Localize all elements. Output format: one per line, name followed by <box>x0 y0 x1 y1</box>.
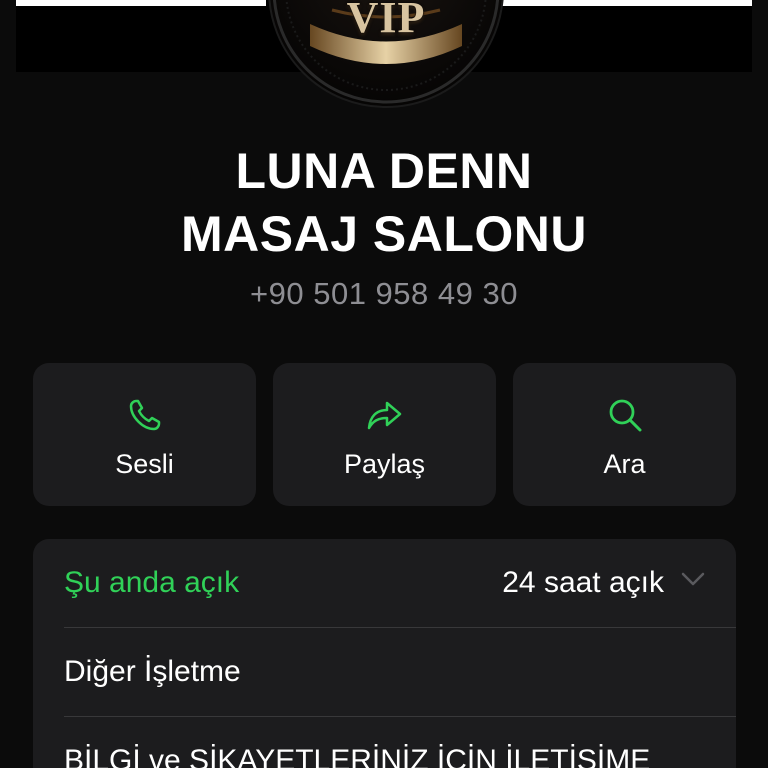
opening-hours: 24 saat açık <box>502 566 664 599</box>
description-row: BİLGİ ve ŞİKAYETLERİNİZ İÇİN İLETİŞİME <box>64 717 736 768</box>
phone-number[interactable]: +90 501 958 49 30 <box>0 276 768 312</box>
chevron-down-icon[interactable] <box>680 571 706 587</box>
business-description: BİLGİ ve ŞİKAYETLERİNİZ İÇİN İLETİŞİME <box>64 744 651 768</box>
search-label: Ara <box>603 449 646 479</box>
voice-call-button[interactable]: Sesli <box>33 363 256 506</box>
share-button[interactable]: Paylaş <box>273 363 496 506</box>
business-name-line1: LUNA DENN <box>235 143 533 199</box>
hours-row[interactable]: Şu anda açık 24 saat açık <box>64 539 736 628</box>
voice-call-label: Sesli <box>115 449 174 479</box>
cover-strip-left <box>16 0 266 6</box>
business-info-card: Şu anda açık 24 saat açık Diğer İşletme … <box>33 539 736 768</box>
business-name: LUNA DENN MASAJ SALONU <box>0 140 768 266</box>
business-profile-page: VIP LUNA DENN MASAJ SALONU +90 501 958 4… <box>0 0 768 768</box>
category-row: Diğer İşletme <box>64 628 736 717</box>
business-name-line2: MASAJ SALONU <box>180 206 588 262</box>
cover-strip-right <box>502 0 752 6</box>
logo-text: VIP <box>346 0 426 42</box>
open-status: Şu anda açık <box>64 566 240 599</box>
search-button[interactable]: Ara <box>513 363 736 506</box>
share-label: Paylaş <box>343 449 426 479</box>
share-arrow-icon <box>367 401 401 430</box>
phone-icon <box>129 399 160 431</box>
profile-avatar[interactable]: VIP <box>268 0 504 108</box>
business-category: Diğer İşletme <box>64 655 241 688</box>
search-icon <box>609 399 641 432</box>
